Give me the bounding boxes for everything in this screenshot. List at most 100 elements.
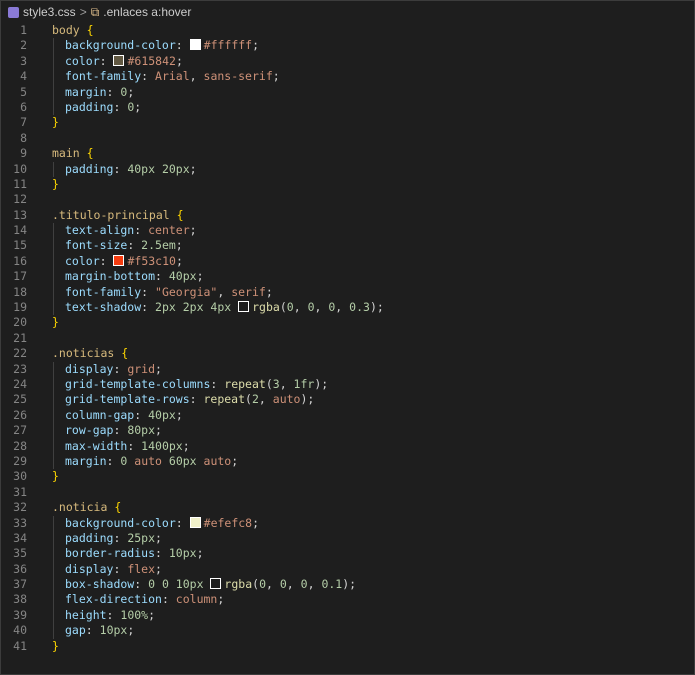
code-token: ; bbox=[196, 269, 204, 284]
line-number: 29 bbox=[13, 453, 27, 468]
color-swatch[interactable] bbox=[238, 301, 250, 313]
indent-guide bbox=[53, 53, 54, 70]
code-line[interactable]: 28 max-width: 1400px; bbox=[1, 438, 694, 454]
code-text: font-size: 2.5em; bbox=[65, 238, 183, 253]
code-line[interactable]: 35 border-radius: 10px; bbox=[1, 546, 694, 562]
code-token: 0 bbox=[120, 453, 135, 468]
code-token: : bbox=[141, 300, 156, 315]
line-number: 27 bbox=[13, 423, 27, 438]
code-token: ; bbox=[134, 99, 142, 114]
line-number: 39 bbox=[13, 607, 27, 622]
code-line[interactable]: 19 text-shadow: 2px 2px 4px rgba(0, 0, 0,… bbox=[1, 300, 694, 316]
code-line[interactable]: 6 padding: 0; bbox=[1, 99, 694, 116]
code-token: border-radius bbox=[65, 546, 156, 561]
code-line[interactable]: 25 grid-template-rows: repeat(2, auto); bbox=[1, 392, 694, 408]
code-token: #ffffff bbox=[203, 38, 253, 53]
code-token: } bbox=[52, 469, 59, 484]
code-token: : bbox=[113, 361, 128, 376]
code-token: auto bbox=[272, 392, 301, 407]
code-token: , bbox=[335, 300, 350, 315]
code-line[interactable]: 1 body { bbox=[1, 23, 694, 38]
code-line[interactable]: 16 color: #f53c10; bbox=[1, 253, 694, 270]
code-text: margin: 0; bbox=[65, 85, 134, 100]
breadcrumb-selector[interactable]: .enlaces a:hover bbox=[103, 5, 191, 19]
code-line[interactable]: 40 gap: 10px; bbox=[1, 623, 694, 639]
code-text: margin-bottom: 40px; bbox=[65, 269, 204, 284]
code-token: : bbox=[155, 269, 169, 284]
code-text: height: 100%; bbox=[65, 608, 155, 623]
code-token: ); bbox=[314, 376, 329, 391]
code-token: ( bbox=[265, 376, 273, 391]
code-line[interactable]: 14 text-align: center; bbox=[1, 223, 694, 239]
line-number: 25 bbox=[13, 392, 27, 407]
code-token: 40px bbox=[148, 407, 176, 422]
code-line[interactable]: 8 bbox=[1, 131, 694, 146]
code-line[interactable]: 33 background-color: #efefc8; bbox=[1, 515, 694, 531]
code-line[interactable]: 34 padding: 25px; bbox=[1, 530, 694, 547]
code-line[interactable]: 4 font-family: Arial, sans-serif; bbox=[1, 69, 694, 85]
code-line[interactable]: 20} bbox=[1, 315, 694, 330]
code-line[interactable]: 12 bbox=[1, 192, 694, 207]
code-token: ; bbox=[127, 623, 135, 638]
code-token: 3 bbox=[272, 376, 280, 391]
code-token: ); bbox=[342, 577, 357, 592]
code-line[interactable]: 21 bbox=[1, 331, 694, 346]
code-token: font-size bbox=[65, 238, 128, 253]
code-line[interactable]: 29 margin: 0 auto 60px auto; bbox=[1, 453, 694, 470]
code-text: .noticia { bbox=[52, 500, 121, 515]
code-text: display: flex; bbox=[65, 562, 162, 577]
indent-guide bbox=[53, 69, 54, 85]
code-line[interactable]: 24 grid-template-columns: repeat(3, 1fr); bbox=[1, 376, 694, 393]
code-area[interactable]: 1 body {2 background-color: #ffffff; 3 color… bbox=[1, 23, 694, 654]
color-swatch[interactable] bbox=[113, 254, 125, 266]
line-number: 26 bbox=[13, 407, 27, 422]
indent-guide bbox=[53, 376, 54, 393]
code-token: column bbox=[175, 592, 218, 607]
code-line[interactable]: 37 box-shadow: 0 0 10px rgba(0, 0, 0, 0.1… bbox=[1, 577, 694, 593]
color-swatch[interactable] bbox=[189, 516, 201, 528]
code-line[interactable]: 31 bbox=[1, 485, 694, 500]
code-line[interactable]: 10 padding: 40px 20px; bbox=[1, 161, 694, 177]
code-line[interactable]: 36 display: flex; bbox=[1, 561, 694, 578]
code-line[interactable]: 30} bbox=[1, 469, 694, 484]
color-swatch[interactable] bbox=[113, 54, 125, 66]
code-token: flex-direction bbox=[65, 592, 162, 607]
code-token: , bbox=[217, 284, 232, 299]
color-swatch[interactable] bbox=[189, 39, 201, 51]
code-line[interactable]: 27 row-gap: 80px; bbox=[1, 423, 694, 439]
code-line[interactable]: 17 margin-bottom: 40px; bbox=[1, 269, 694, 285]
code-line[interactable]: 23 display: grid; bbox=[1, 361, 694, 377]
breadcrumb-separator: > bbox=[79, 5, 87, 19]
code-token: Arial bbox=[155, 69, 190, 84]
code-line[interactable]: 38 flex-direction: column; bbox=[1, 592, 694, 608]
code-token: ; bbox=[155, 361, 162, 376]
code-token: 2.5em bbox=[141, 238, 176, 253]
code-token: : bbox=[175, 38, 190, 53]
code-text: grid-template-rows: repeat(2, auto); bbox=[65, 392, 314, 407]
code-text: } bbox=[52, 639, 59, 654]
code-line[interactable]: 11} bbox=[1, 177, 694, 192]
code-token: 40px bbox=[168, 269, 197, 284]
code-token: : bbox=[106, 607, 121, 622]
code-line[interactable]: 2 background-color: #ffffff; bbox=[1, 38, 694, 54]
code-line[interactable]: 41} bbox=[1, 639, 694, 654]
code-line[interactable]: 15 font-size: 2.5em; bbox=[1, 238, 694, 254]
code-line[interactable]: 3 color: #615842; bbox=[1, 53, 694, 70]
code-line[interactable]: 22 .noticias { bbox=[1, 346, 694, 361]
code-line[interactable]: 26 column-gap: 40px; bbox=[1, 407, 694, 424]
code-token: : bbox=[134, 223, 149, 238]
breadcrumb-file[interactable]: style3.css bbox=[23, 5, 76, 19]
code-text: } bbox=[52, 315, 59, 330]
code-text: max-width: 1400px; bbox=[65, 439, 190, 454]
code-line[interactable]: 18 font-family: "Georgia", serif; bbox=[1, 284, 694, 301]
color-swatch[interactable] bbox=[210, 578, 222, 590]
code-line[interactable]: 5 margin: 0; bbox=[1, 84, 694, 100]
code-line[interactable]: 32 .noticia { bbox=[1, 500, 694, 515]
code-text: border-radius: 10px; bbox=[65, 546, 204, 561]
code-line[interactable]: 7} bbox=[1, 115, 694, 130]
code-line[interactable]: 13 .titulo-principal { bbox=[1, 208, 694, 223]
code-line[interactable]: 9 main { bbox=[1, 146, 694, 161]
code-token: .noticias bbox=[52, 346, 122, 361]
code-token: 0 0 10px bbox=[148, 577, 211, 592]
code-line[interactable]: 39 height: 100%; bbox=[1, 607, 694, 624]
